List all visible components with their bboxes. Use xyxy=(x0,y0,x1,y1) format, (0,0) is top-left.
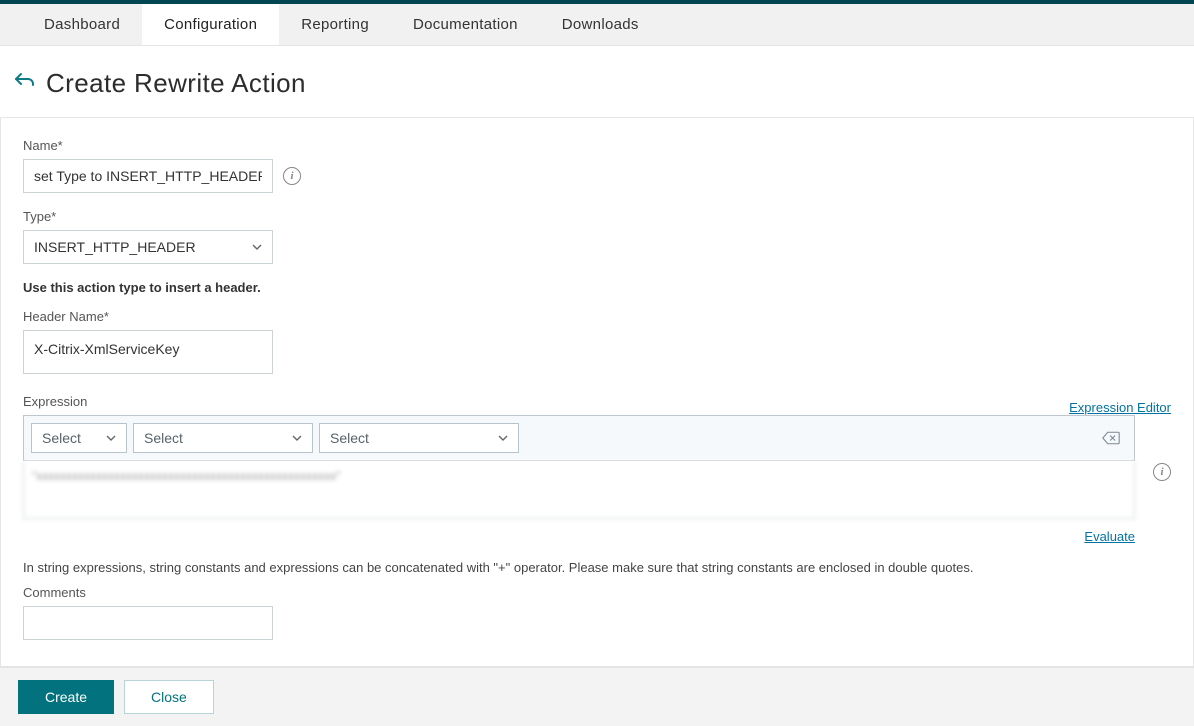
info-icon[interactable] xyxy=(1153,463,1171,481)
expr-select-1[interactable]: Select xyxy=(31,423,127,453)
type-select[interactable]: INSERT_HTTP_HEADER xyxy=(23,230,273,264)
name-label: Name* xyxy=(23,138,1171,153)
page-header: Create Rewrite Action xyxy=(0,46,1194,117)
name-input[interactable] xyxy=(23,159,273,193)
backspace-icon[interactable] xyxy=(1102,431,1120,445)
back-arrow-icon[interactable] xyxy=(12,70,36,97)
expr-select-2-label: Select xyxy=(144,430,183,446)
expr-select-2[interactable]: Select xyxy=(133,423,313,453)
chevron-down-icon xyxy=(106,433,116,443)
tab-reporting[interactable]: Reporting xyxy=(279,4,391,45)
header-name-label: Header Name* xyxy=(23,309,1171,324)
page-title: Create Rewrite Action xyxy=(46,68,306,99)
tab-downloads[interactable]: Downloads xyxy=(540,4,661,45)
expression-label: Expression xyxy=(23,394,87,409)
expression-editor-link[interactable]: Expression Editor xyxy=(1069,400,1171,415)
expression-toolbar: Select Select Select xyxy=(23,415,1135,461)
tab-dashboard[interactable]: Dashboard xyxy=(22,4,142,45)
form-panel: Name* Type* INSERT_HTTP_HEADER Use this … xyxy=(0,117,1194,667)
expr-select-3-label: Select xyxy=(330,430,369,446)
type-label: Type* xyxy=(23,209,1171,224)
comments-input[interactable] xyxy=(23,606,273,640)
type-hint: Use this action type to insert a header. xyxy=(23,280,1171,295)
main-tabs: Dashboard Configuration Reporting Docume… xyxy=(0,4,1194,46)
close-button[interactable]: Close xyxy=(124,680,214,714)
tab-configuration[interactable]: Configuration xyxy=(142,4,279,45)
header-name-input[interactable] xyxy=(23,330,273,374)
chevron-down-icon xyxy=(252,242,262,252)
info-icon[interactable] xyxy=(283,167,301,185)
type-select-value: INSERT_HTTP_HEADER xyxy=(34,239,196,255)
comments-label: Comments xyxy=(23,585,1171,600)
concat-hint: In string expressions, string constants … xyxy=(23,560,1171,575)
create-button[interactable]: Create xyxy=(18,680,114,714)
tab-documentation[interactable]: Documentation xyxy=(391,4,540,45)
evaluate-link[interactable]: Evaluate xyxy=(1084,529,1135,544)
expression-textarea[interactable] xyxy=(23,461,1135,519)
chevron-down-icon xyxy=(498,433,508,443)
footer-bar: Create Close xyxy=(0,667,1194,726)
expr-select-3[interactable]: Select xyxy=(319,423,519,453)
chevron-down-icon xyxy=(292,433,302,443)
expr-select-1-label: Select xyxy=(42,430,81,446)
